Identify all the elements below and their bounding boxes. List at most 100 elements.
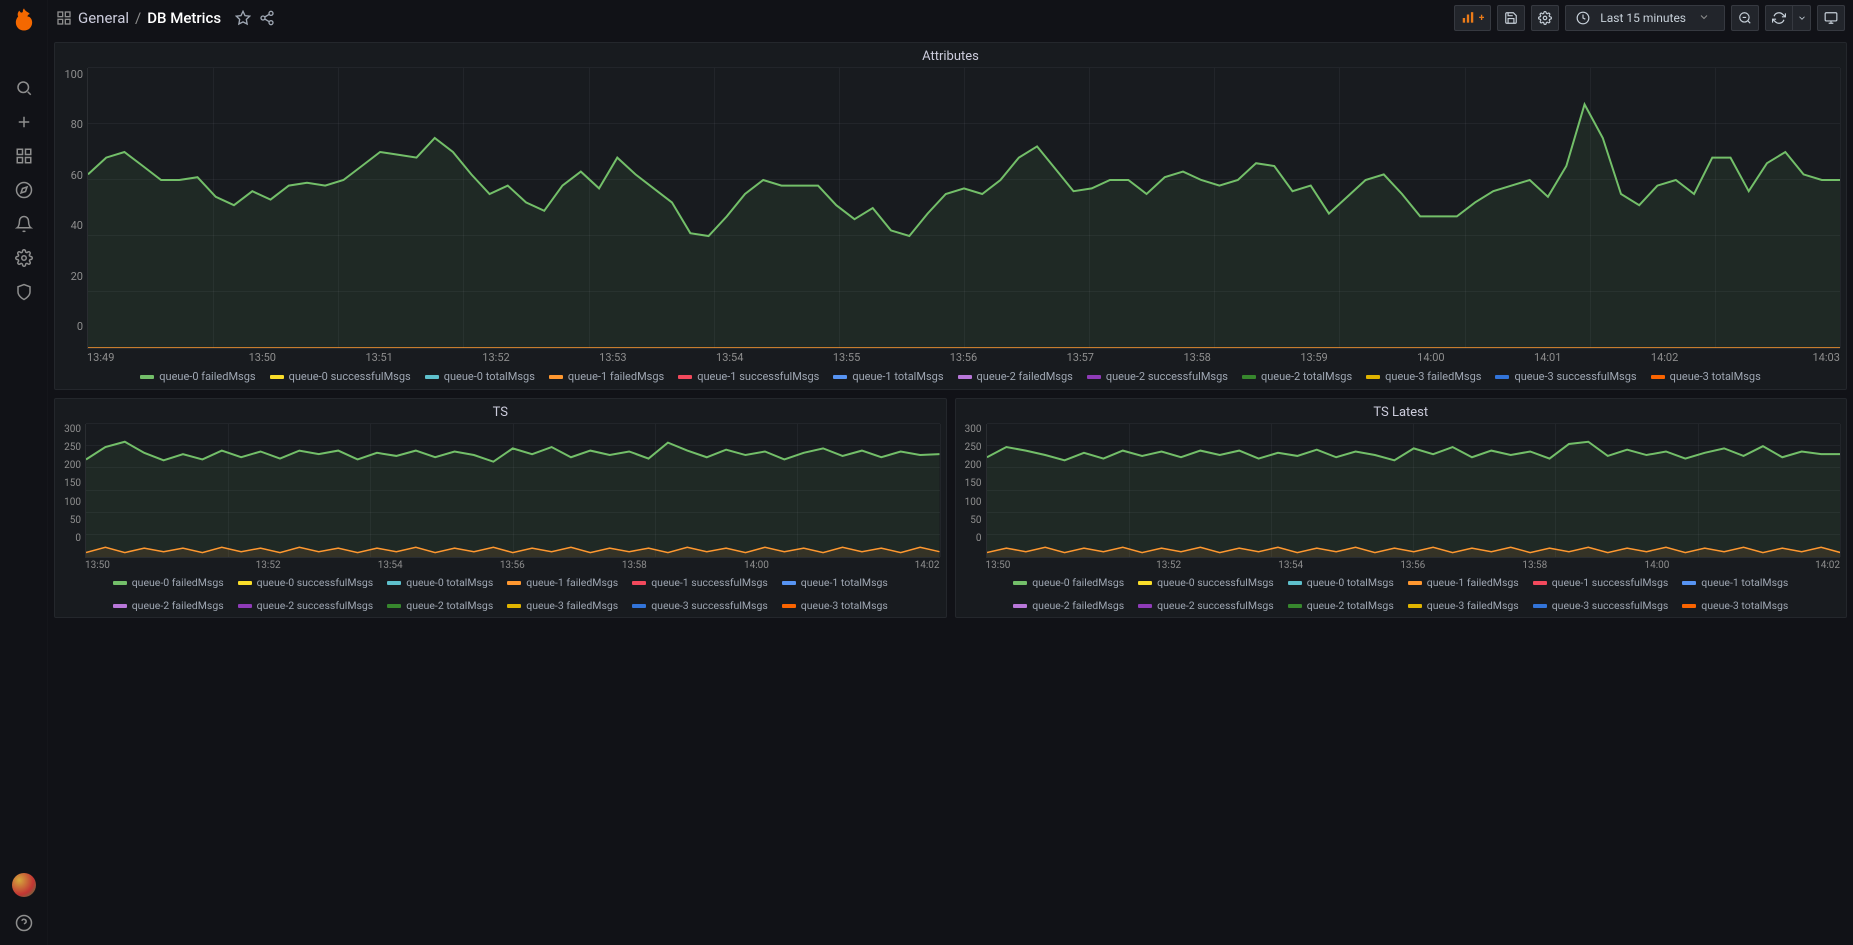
x-tick: 13:50	[204, 351, 321, 364]
legend-item[interactable]: queue-0 totalMsgs	[425, 370, 535, 383]
create-icon[interactable]	[8, 106, 40, 138]
legend-swatch	[387, 581, 401, 585]
add-panel-button[interactable]: +	[1454, 5, 1491, 31]
zoom-out-button[interactable]	[1731, 5, 1759, 31]
explore-icon[interactable]	[8, 174, 40, 206]
legend-item[interactable]: queue-3 totalMsgs	[782, 599, 888, 612]
share-icon[interactable]	[259, 10, 275, 26]
refresh-interval-dropdown[interactable]	[1793, 5, 1811, 31]
x-tick: 13:54	[671, 351, 788, 364]
legend-item[interactable]: queue-1 totalMsgs	[1682, 576, 1788, 589]
legend-item[interactable]: queue-2 successfulMsgs	[238, 599, 374, 612]
legend-item[interactable]: queue-3 successfulMsgs	[1495, 370, 1636, 383]
legend-item[interactable]: queue-3 failedMsgs	[1408, 599, 1519, 612]
panel-ts[interactable]: TS 300250200150100500 13:5013:5213:5413:…	[54, 398, 947, 618]
legend-item[interactable]: queue-3 successfulMsgs	[1533, 599, 1669, 612]
chevron-down-icon	[1698, 11, 1714, 26]
x-tick: 14:00	[1596, 560, 1718, 571]
legend-item[interactable]: queue-0 successfulMsgs	[1138, 576, 1274, 589]
breadcrumb-title[interactable]: DB Metrics	[147, 9, 221, 27]
legend-swatch	[549, 375, 563, 379]
legend-item[interactable]: queue-0 totalMsgs	[387, 576, 493, 589]
user-avatar[interactable]	[12, 873, 36, 897]
legend-item[interactable]: queue-3 successfulMsgs	[632, 599, 768, 612]
chart-plot[interactable]	[986, 424, 1841, 558]
panel-attributes[interactable]: Attributes 100806040200 13:4913:5013:511…	[54, 42, 1847, 390]
legend-item[interactable]: queue-1 successfulMsgs	[632, 576, 768, 589]
legend-item[interactable]: queue-3 totalMsgs	[1682, 599, 1788, 612]
legend-swatch	[632, 604, 646, 608]
legend-label: queue-0 successfulMsgs	[1157, 576, 1274, 589]
save-dashboard-button[interactable]	[1497, 5, 1525, 31]
legend-item[interactable]: queue-1 failedMsgs	[507, 576, 618, 589]
grafana-logo-icon[interactable]	[10, 6, 38, 34]
legend-item[interactable]: queue-3 failedMsgs	[1366, 370, 1481, 383]
legend-item[interactable]: queue-0 successfulMsgs	[238, 576, 374, 589]
legend-item[interactable]: queue-0 failedMsgs	[113, 576, 224, 589]
legend-item[interactable]: queue-2 failedMsgs	[113, 599, 224, 612]
legend-label: queue-2 successfulMsgs	[1157, 599, 1274, 612]
legend-item[interactable]: queue-0 failedMsgs	[140, 370, 255, 383]
chart-plot[interactable]	[87, 68, 1840, 349]
legend-swatch	[425, 375, 439, 379]
legend-item[interactable]: queue-1 successfulMsgs	[678, 370, 819, 383]
legend-label: queue-1 successfulMsgs	[697, 370, 819, 383]
refresh-button[interactable]	[1765, 5, 1793, 31]
legend-item[interactable]: queue-1 totalMsgs	[782, 576, 888, 589]
legend-swatch	[1408, 604, 1422, 608]
dashboard-settings-button[interactable]	[1531, 5, 1559, 31]
legend-item[interactable]: queue-1 successfulMsgs	[1533, 576, 1669, 589]
configuration-icon[interactable]	[8, 242, 40, 274]
legend-item[interactable]: queue-2 totalMsgs	[1288, 599, 1394, 612]
x-tick: 13:56	[905, 351, 1022, 364]
help-icon[interactable]	[8, 907, 40, 939]
legend-swatch	[1242, 375, 1256, 379]
x-tick: 13:55	[788, 351, 905, 364]
chart-plot[interactable]	[85, 424, 940, 558]
legend-label: queue-3 totalMsgs	[801, 599, 888, 612]
legend-item[interactable]: queue-2 totalMsgs	[1242, 370, 1352, 383]
legend-item[interactable]: queue-2 failedMsgs	[1013, 599, 1124, 612]
legend-label: queue-0 totalMsgs	[1307, 576, 1394, 589]
legend-label: queue-2 successfulMsgs	[257, 599, 374, 612]
legend-item[interactable]: queue-1 failedMsgs	[549, 370, 664, 383]
legend-label: queue-3 failedMsgs	[1385, 370, 1481, 383]
search-icon[interactable]	[8, 72, 40, 104]
star-icon[interactable]	[235, 10, 251, 26]
legend-swatch	[1013, 604, 1027, 608]
legend-item[interactable]: queue-0 failedMsgs	[1013, 576, 1124, 589]
server-admin-icon[interactable]	[8, 276, 40, 308]
legend-item[interactable]: queue-2 failedMsgs	[958, 370, 1073, 383]
legend-label: queue-1 failedMsgs	[526, 576, 618, 589]
y-tick: 80	[71, 118, 83, 131]
cycle-view-mode-button[interactable]	[1817, 5, 1845, 31]
x-tick: 13:50	[986, 560, 1108, 571]
legend-label: queue-1 successfulMsgs	[1552, 576, 1669, 589]
legend-label: queue-0 failedMsgs	[1032, 576, 1124, 589]
legend-item[interactable]: queue-0 totalMsgs	[1288, 576, 1394, 589]
chart-legend: queue-0 failedMsgs queue-0 successfulMsgs…	[55, 573, 946, 617]
legend-label: queue-3 failedMsgs	[526, 599, 618, 612]
breadcrumb-folder[interactable]: General	[78, 9, 129, 27]
legend-label: queue-0 failedMsgs	[159, 370, 255, 383]
legend-swatch	[507, 604, 521, 608]
legend-label: queue-0 totalMsgs	[444, 370, 535, 383]
time-range-picker[interactable]: Last 15 minutes	[1565, 5, 1725, 31]
legend-item[interactable]: queue-2 totalMsgs	[387, 599, 493, 612]
x-tick: 13:54	[329, 560, 451, 571]
x-axis: 13:5013:5213:5413:5613:5814:0014:02	[55, 558, 946, 573]
panel-ts-latest[interactable]: TS Latest 300250200150100500 13:5013:521…	[955, 398, 1848, 618]
alerting-icon[interactable]	[8, 208, 40, 240]
legend-item[interactable]: queue-2 successfulMsgs	[1138, 599, 1274, 612]
legend-label: queue-2 totalMsgs	[1307, 599, 1394, 612]
legend-item[interactable]: queue-1 totalMsgs	[833, 370, 943, 383]
legend-item[interactable]: queue-0 successfulMsgs	[270, 370, 411, 383]
legend-label: queue-3 successfulMsgs	[1552, 599, 1669, 612]
legend-swatch	[782, 581, 796, 585]
x-tick: 13:50	[85, 560, 207, 571]
legend-item[interactable]: queue-3 totalMsgs	[1651, 370, 1761, 383]
legend-item[interactable]: queue-3 failedMsgs	[507, 599, 618, 612]
legend-item[interactable]: queue-2 successfulMsgs	[1087, 370, 1228, 383]
legend-item[interactable]: queue-1 failedMsgs	[1408, 576, 1519, 589]
dashboards-icon[interactable]	[8, 140, 40, 172]
